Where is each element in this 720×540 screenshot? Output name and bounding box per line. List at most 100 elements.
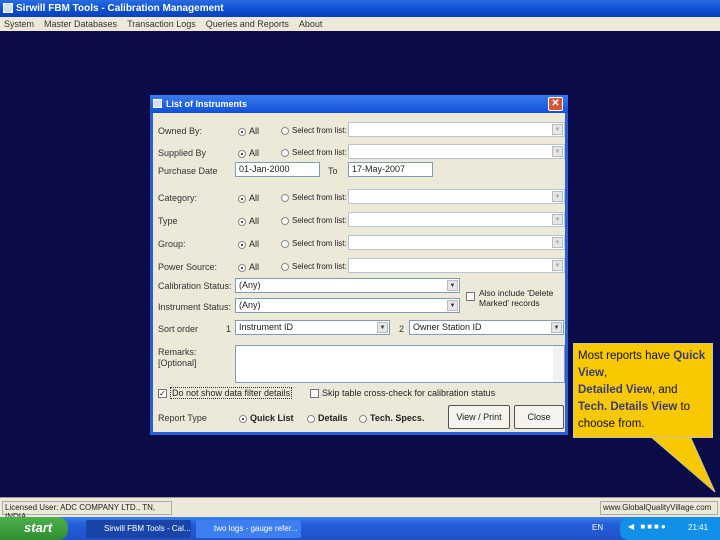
clock: 21:41 <box>688 523 709 532</box>
status-bar: Licensed User: ADC COMPANY LTD., TN, IND… <box>0 497 720 521</box>
purchase-date-from[interactable]: 01-Jan-2000 <box>235 162 320 177</box>
filter-select[interactable]: ▼ <box>348 258 565 273</box>
callout-comma: , <box>604 367 608 379</box>
chevron-down-icon: ▼ <box>447 280 458 291</box>
filter-select[interactable]: ▼ <box>348 235 565 250</box>
quick-list-label: Quick List <box>250 413 294 423</box>
include-deleted-option[interactable]: Also include 'Delete Marked' records <box>466 288 566 308</box>
menu-queries-reports[interactable]: Queries and Reports <box>206 19 289 29</box>
window-title: Sirwill FBM Tools - Calibration Manageme… <box>16 3 224 14</box>
dont-show-filter-option[interactable]: ✓ Do not show data filter details <box>158 387 293 399</box>
radio-icon <box>238 127 246 136</box>
filter-select[interactable]: ▼ <box>348 189 565 204</box>
filter-select-radio[interactable]: Select from list: <box>281 239 347 248</box>
include-deleted-checkbox[interactable] <box>466 292 475 301</box>
callout-tail <box>648 435 716 493</box>
instrument-status-label: Instrument Status: <box>158 302 232 312</box>
system-tray: ◀ ■■■● 21:41 <box>620 517 720 540</box>
remarks-scrollbar[interactable] <box>553 346 564 382</box>
all-label: All <box>249 126 260 136</box>
radio-icon <box>281 216 289 225</box>
report-details[interactable]: Details <box>307 413 348 423</box>
chevron-down-icon: ▼ <box>552 214 563 225</box>
sort-1-select[interactable]: Instrument ID ▼ <box>235 320 390 335</box>
purchase-date-to[interactable]: 17-May-2007 <box>348 162 433 177</box>
select-label: Select from list: <box>292 193 347 202</box>
all-label: All <box>249 239 260 249</box>
dont-show-checkbox[interactable]: ✓ <box>158 389 167 399</box>
radio-icon <box>238 263 246 272</box>
chevron-down-icon: ▼ <box>377 322 388 333</box>
language-indicator[interactable]: EN <box>592 523 603 532</box>
dialog-title: List of Instruments <box>166 99 248 109</box>
skip-check-option[interactable]: Skip table cross-check for calibration s… <box>310 388 496 399</box>
calibration-status-select[interactable]: (Any) ▼ <box>235 278 460 293</box>
list-of-instruments-dialog: List of Instruments ✕ Owned By: All Sele… <box>150 95 568 435</box>
chevron-down-icon: ▼ <box>552 260 563 271</box>
filter-select-radio[interactable]: Select from list: <box>281 126 347 135</box>
select-label: Select from list: <box>292 239 347 248</box>
filter-select-radio[interactable]: Select from list: <box>281 148 347 157</box>
filter-select-radio[interactable]: Select from list: <box>281 216 347 225</box>
remarks-textarea[interactable] <box>235 345 565 383</box>
filter-all-radio[interactable]: All <box>238 262 259 272</box>
all-label: All <box>249 193 260 203</box>
tech-specs-label: Tech. Specs. <box>370 413 425 423</box>
task-gauge[interactable]: two logs - gauge refer... <box>196 520 301 538</box>
menu-about[interactable]: About <box>299 19 323 29</box>
start-button[interactable]: start <box>0 517 68 540</box>
task-calibration[interactable]: Sirwill FBM Tools - Cal... <box>86 520 191 538</box>
menu-system[interactable]: System <box>4 19 34 29</box>
filter-all-radio[interactable]: All <box>238 239 259 249</box>
skip-check-label: Skip table cross-check for calibration s… <box>322 388 496 398</box>
filter-all-radio[interactable]: All <box>238 193 259 203</box>
close-button[interactable]: Close <box>514 405 564 429</box>
radio-icon <box>281 148 289 157</box>
filter-label: Category: <box>158 193 198 203</box>
sort-2-select[interactable]: Owner Station ID ▼ <box>409 320 564 335</box>
radio-icon <box>238 217 246 226</box>
filter-all-radio[interactable]: All <box>238 216 259 226</box>
website: www.GlobalQualityVillage.com <box>600 501 718 515</box>
all-label: All <box>249 148 260 158</box>
menu-bar: System Master Databases Transaction Logs… <box>0 17 720 31</box>
filter-all-radio[interactable]: All <box>238 148 259 158</box>
menu-transaction-logs[interactable]: Transaction Logs <box>127 19 196 29</box>
callout-and: , and <box>651 384 678 396</box>
filter-select[interactable]: ▼ <box>348 212 565 227</box>
menu-master-databases[interactable]: Master Databases <box>44 19 117 29</box>
app-icon <box>3 3 13 13</box>
licensed-user: Licensed User: ADC COMPANY LTD., TN, IND… <box>2 501 172 521</box>
dialog-icon <box>153 99 162 108</box>
dialog-title-bar: List of Instruments ✕ <box>150 95 568 113</box>
filter-label: Group: <box>158 239 186 249</box>
sort-order-label: Sort order <box>158 324 199 334</box>
calibration-status-value: (Any) <box>239 280 261 290</box>
window-title-bar: Sirwill FBM Tools - Calibration Manageme… <box>0 0 720 17</box>
filter-select-radio[interactable]: Select from list: <box>281 262 347 271</box>
all-label: All <box>249 262 260 272</box>
select-label: Select from list: <box>292 216 347 225</box>
chevron-down-icon: ▼ <box>551 322 562 333</box>
close-icon[interactable]: ✕ <box>548 97 563 111</box>
sort-2-label: 2 <box>399 324 405 334</box>
filter-select[interactable]: ▼ <box>348 122 565 137</box>
view-print-button[interactable]: View / Print <box>448 405 510 429</box>
radio-icon <box>281 126 289 135</box>
tray-icons[interactable]: ◀ ■■■● <box>628 522 668 531</box>
report-tech-specs[interactable]: Tech. Specs. <box>359 413 424 423</box>
skip-check-checkbox[interactable] <box>310 389 319 399</box>
radio-icon <box>359 414 367 423</box>
instrument-status-select[interactable]: (Any) ▼ <box>235 298 460 313</box>
filter-select[interactable]: ▼ <box>348 144 565 159</box>
callout-text: Most reports have <box>578 350 674 362</box>
sort-2-value: Owner Station ID <box>413 322 482 332</box>
to-label: To <box>328 166 338 176</box>
callout-note: Most reports have Quick View, Detailed Vi… <box>573 343 713 438</box>
filter-all-radio[interactable]: All <box>238 126 259 136</box>
filter-label: Type <box>158 216 178 226</box>
dont-show-label: Do not show data filter details <box>170 387 293 399</box>
radio-icon <box>281 193 289 202</box>
report-quick-list[interactable]: Quick List <box>239 413 294 423</box>
filter-select-radio[interactable]: Select from list: <box>281 193 347 202</box>
